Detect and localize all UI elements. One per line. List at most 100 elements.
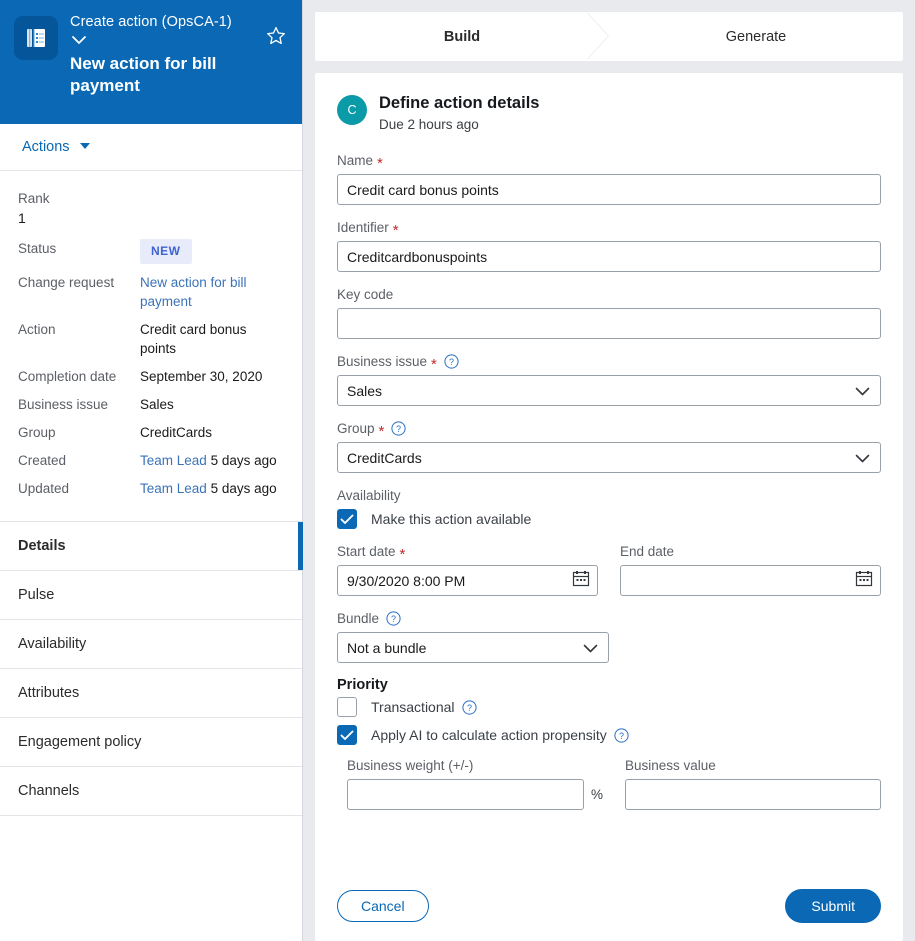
sidebar-item-label: Engagement policy [18,734,142,750]
field-label-row: End date [620,543,881,560]
help-circle-icon[interactable]: ? [614,727,629,743]
meta-key: Action [18,322,56,337]
tab-label: Build [443,28,481,45]
svg-text:?: ? [396,424,401,434]
field-label-row: Name * [337,152,881,172]
actions-menu-button[interactable]: Actions [22,139,90,155]
svg-text:?: ? [619,731,624,741]
form-card: C Define action details Due 2 hours ago … [315,73,903,941]
priority-section-label: Priority [337,677,388,693]
chevron-down-icon[interactable] [70,33,88,47]
group-label: Group [337,421,375,436]
sidebar-item-label: Channels [18,783,80,799]
notebook-list-icon [14,16,58,60]
tab-build[interactable]: Build [315,12,609,61]
make-available-checkbox[interactable] [337,509,357,529]
meta-value: Team Lead 5 days ago [140,479,284,498]
field-business-weight: Business weight (+/-) % [347,757,603,810]
field-business-issue: Business issue * ? Sales [337,353,881,406]
chevron-down-icon [855,450,870,466]
form-body: C Define action details Due 2 hours ago … [315,73,903,875]
meta-row-group: Group CreditCards [18,423,284,442]
svg-text:?: ? [391,614,396,624]
field-label-row: Availability [337,487,881,504]
change-request-link[interactable]: New action for bill payment [140,273,284,311]
business-issue-value: Sales [347,382,383,399]
bundle-select[interactable]: Not a bundle [337,632,609,663]
start-date-input[interactable] [337,565,598,596]
meta-value: Sales [140,397,174,412]
name-input[interactable] [337,174,881,205]
priority-inputs-row: Business weight (+/-) % Business value [337,757,881,810]
end-date-label: End date [620,544,675,559]
created-by-link[interactable]: Team Lead [140,453,207,468]
key-code-input[interactable] [337,308,881,339]
required-asterisk: * [399,545,406,563]
help-circle-icon[interactable]: ? [386,611,401,626]
help-circle-icon[interactable]: ? [391,421,406,436]
meta-row-action: Action Credit card bonus points [18,320,284,358]
apply-ai-checkbox[interactable] [337,725,357,745]
meta-row-created: Created Team Lead 5 days ago [18,451,284,470]
meta-value: September 30, 2020 [140,369,263,384]
meta-row-change-request: Change request New action for bill payme… [18,273,284,311]
actions-toolbar: Actions [0,124,302,171]
star-icon[interactable] [266,26,286,46]
actions-menu-label: Actions [22,139,70,155]
field-key-code: Key code [337,286,881,339]
status-badge: NEW [140,239,192,264]
meta-key: Status [18,241,57,256]
start-date-label: Start date [337,544,396,559]
sidebar-item-details[interactable]: Details [0,522,303,571]
business-weight-label-row: Business weight (+/-) [347,757,603,774]
caret-down-icon [79,143,90,149]
meta-value: NEW [140,239,284,264]
key-code-label: Key code [337,287,394,302]
meta-value: CreditCards [140,425,213,440]
field-label-row: Key code [337,286,881,303]
required-asterisk: * [378,422,385,440]
case-meta-panel: Rank 1 Status NEW Change request New act… [0,171,302,522]
help-circle-icon[interactable]: ? [461,699,477,715]
sidebar-item-pulse[interactable]: Pulse [0,571,302,620]
help-circle-icon[interactable]: ? [444,354,459,369]
required-asterisk: * [392,221,399,239]
availability-label: Availability [337,488,401,503]
sidebar-item-attributes[interactable]: Attributes [0,669,302,718]
main-panel: Build Generate C Define action details D… [303,0,915,941]
page-title: New action for bill payment [70,54,217,95]
tab-label: Generate [725,28,787,45]
submit-button[interactable]: Submit [785,889,881,923]
business-issue-select[interactable]: Sales [337,375,881,406]
start-date-wrapper [337,565,598,596]
identifier-input[interactable] [337,241,881,272]
transactional-label-wrap: Transactional ? [371,699,477,715]
calendar-icon[interactable] [572,569,590,592]
end-date-input[interactable] [620,565,881,596]
chevron-down-icon [855,383,870,399]
business-weight-input[interactable] [347,779,584,810]
sidebar-item-label: Pulse [18,587,55,603]
sidebar-item-channels[interactable]: Channels [0,767,302,816]
stage-tabs: Build Generate [315,12,903,61]
sidebar-item-engagement-policy[interactable]: Engagement policy [0,718,302,767]
transactional-checkbox[interactable] [337,697,357,717]
updated-by-link[interactable]: Team Lead [140,481,207,496]
meta-key: Updated [18,481,70,496]
business-value-input[interactable] [625,779,881,810]
transactional-label: Transactional [371,699,455,715]
make-available-label: Make this action available [371,511,532,527]
field-identifier: Identifier * [337,219,881,272]
meta-value: Credit card bonus points [140,322,247,356]
apply-ai-label: Apply AI to calculate action propensity [371,727,607,743]
tab-generate[interactable]: Generate [609,12,903,61]
meta-row-status: Status NEW [18,239,284,264]
group-select[interactable]: CreditCards [337,442,881,473]
calendar-icon[interactable] [855,569,873,592]
cancel-button[interactable]: Cancel [337,890,429,922]
tab-divider-chevron-inner [585,12,608,60]
required-asterisk: * [377,154,383,172]
sidebar-item-availability[interactable]: Availability [0,620,302,669]
avatar: C [337,95,367,125]
field-availability: Availability Make this action available [337,487,881,529]
